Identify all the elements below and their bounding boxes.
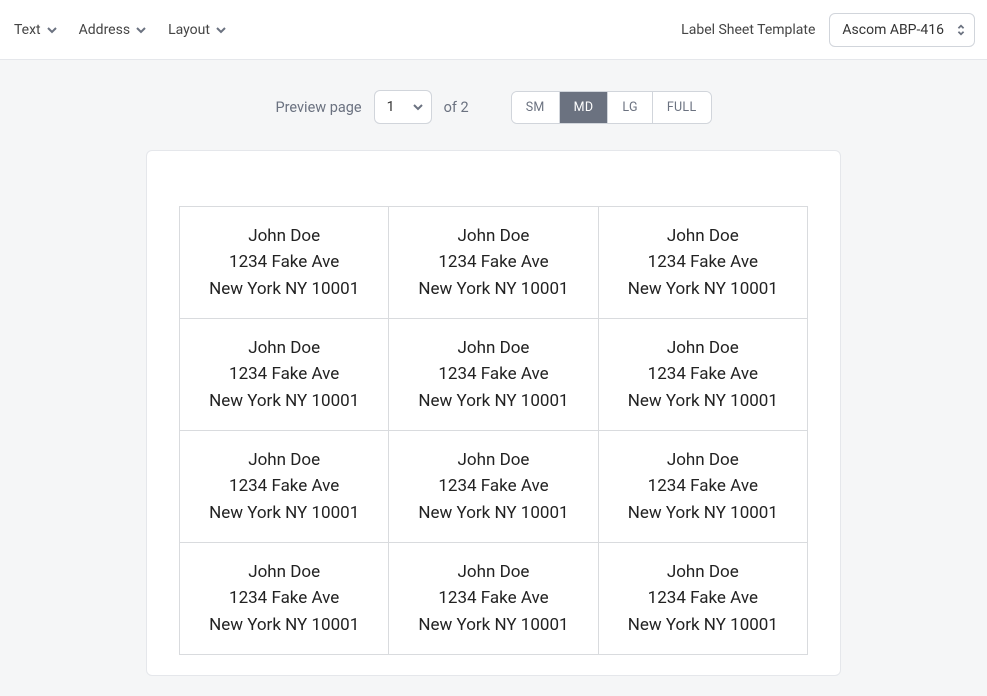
label-city: New York NY 10001 [609, 612, 797, 638]
label-city: New York NY 10001 [190, 612, 378, 638]
label-street: 1234 Fake Ave [399, 585, 587, 611]
template-select-value: Ascom ABP-416 [842, 22, 944, 38]
preview-bar: Preview page 1 of 2 SMMDLGFULL [0, 60, 987, 150]
menu-address[interactable]: Address [77, 18, 148, 42]
label-city: New York NY 10001 [399, 276, 587, 302]
menu-address-label: Address [79, 22, 130, 38]
label-cell: John Doe1234 Fake AveNew York NY 10001 [599, 431, 808, 543]
label-city: New York NY 10001 [609, 500, 797, 526]
label-name: John Doe [609, 335, 797, 361]
label-street: 1234 Fake Ave [609, 585, 797, 611]
menu-layout-label: Layout [168, 22, 210, 38]
size-button-lg[interactable]: LG [608, 92, 652, 123]
preview-page-label: Preview page [276, 99, 362, 116]
page-of-text: of 2 [444, 99, 469, 116]
size-group: SMMDLGFULL [511, 91, 712, 124]
label-cell: John Doe1234 Fake AveNew York NY 10001 [180, 431, 389, 543]
toolbar-right: Label Sheet Template Ascom ABP-416 [681, 13, 975, 47]
label-cell: John Doe1234 Fake AveNew York NY 10001 [599, 319, 808, 431]
size-button-sm[interactable]: SM [512, 92, 560, 123]
label-city: New York NY 10001 [399, 500, 587, 526]
label-street: 1234 Fake Ave [190, 249, 378, 275]
menu-layout[interactable]: Layout [166, 18, 228, 42]
label-name: John Doe [190, 335, 378, 361]
label-city: New York NY 10001 [399, 388, 587, 414]
label-city: New York NY 10001 [399, 612, 587, 638]
label-grid: John Doe1234 Fake AveNew York NY 10001Jo… [179, 206, 808, 655]
label-city: New York NY 10001 [190, 276, 378, 302]
chevron-down-icon [136, 25, 146, 35]
select-updown-icon [956, 24, 966, 36]
label-street: 1234 Fake Ave [190, 473, 378, 499]
label-street: 1234 Fake Ave [190, 585, 378, 611]
size-button-md[interactable]: MD [560, 92, 609, 123]
label-street: 1234 Fake Ave [399, 249, 587, 275]
label-name: John Doe [609, 559, 797, 585]
chevron-down-icon [216, 25, 226, 35]
label-name: John Doe [399, 335, 587, 361]
label-street: 1234 Fake Ave [609, 473, 797, 499]
label-city: New York NY 10001 [609, 388, 797, 414]
label-name: John Doe [609, 223, 797, 249]
page-preview: John Doe1234 Fake AveNew York NY 10001Jo… [146, 150, 841, 676]
label-name: John Doe [609, 447, 797, 473]
label-name: John Doe [190, 223, 378, 249]
page-preview-wrap: John Doe1234 Fake AveNew York NY 10001Jo… [0, 150, 987, 696]
label-cell: John Doe1234 Fake AveNew York NY 10001 [599, 207, 808, 319]
page-select[interactable]: 1 [374, 90, 432, 124]
label-city: New York NY 10001 [190, 500, 378, 526]
label-cell: John Doe1234 Fake AveNew York NY 10001 [389, 319, 598, 431]
template-label: Label Sheet Template [681, 22, 815, 38]
label-street: 1234 Fake Ave [609, 361, 797, 387]
label-city: New York NY 10001 [190, 388, 378, 414]
label-street: 1234 Fake Ave [609, 249, 797, 275]
chevron-down-icon [47, 25, 57, 35]
label-cell: John Doe1234 Fake AveNew York NY 10001 [389, 431, 598, 543]
label-cell: John Doe1234 Fake AveNew York NY 10001 [180, 543, 389, 655]
label-city: New York NY 10001 [609, 276, 797, 302]
label-cell: John Doe1234 Fake AveNew York NY 10001 [180, 319, 389, 431]
chevron-down-icon [413, 102, 423, 112]
size-button-full[interactable]: FULL [653, 92, 711, 123]
label-name: John Doe [399, 447, 587, 473]
label-street: 1234 Fake Ave [190, 361, 378, 387]
label-name: John Doe [190, 447, 378, 473]
menu-text[interactable]: Text [12, 18, 59, 42]
label-name: John Doe [190, 559, 378, 585]
template-select[interactable]: Ascom ABP-416 [829, 13, 975, 47]
toolbar-left: Text Address Layout [12, 18, 228, 42]
menu-text-label: Text [14, 22, 41, 38]
label-cell: John Doe1234 Fake AveNew York NY 10001 [389, 207, 598, 319]
label-name: John Doe [399, 223, 587, 249]
label-cell: John Doe1234 Fake AveNew York NY 10001 [180, 207, 389, 319]
label-street: 1234 Fake Ave [399, 473, 587, 499]
label-street: 1234 Fake Ave [399, 361, 587, 387]
label-cell: John Doe1234 Fake AveNew York NY 10001 [389, 543, 598, 655]
label-name: John Doe [399, 559, 587, 585]
label-cell: John Doe1234 Fake AveNew York NY 10001 [599, 543, 808, 655]
toolbar: Text Address Layout Label Sheet Template… [0, 0, 987, 60]
page-select-value: 1 [387, 99, 395, 115]
